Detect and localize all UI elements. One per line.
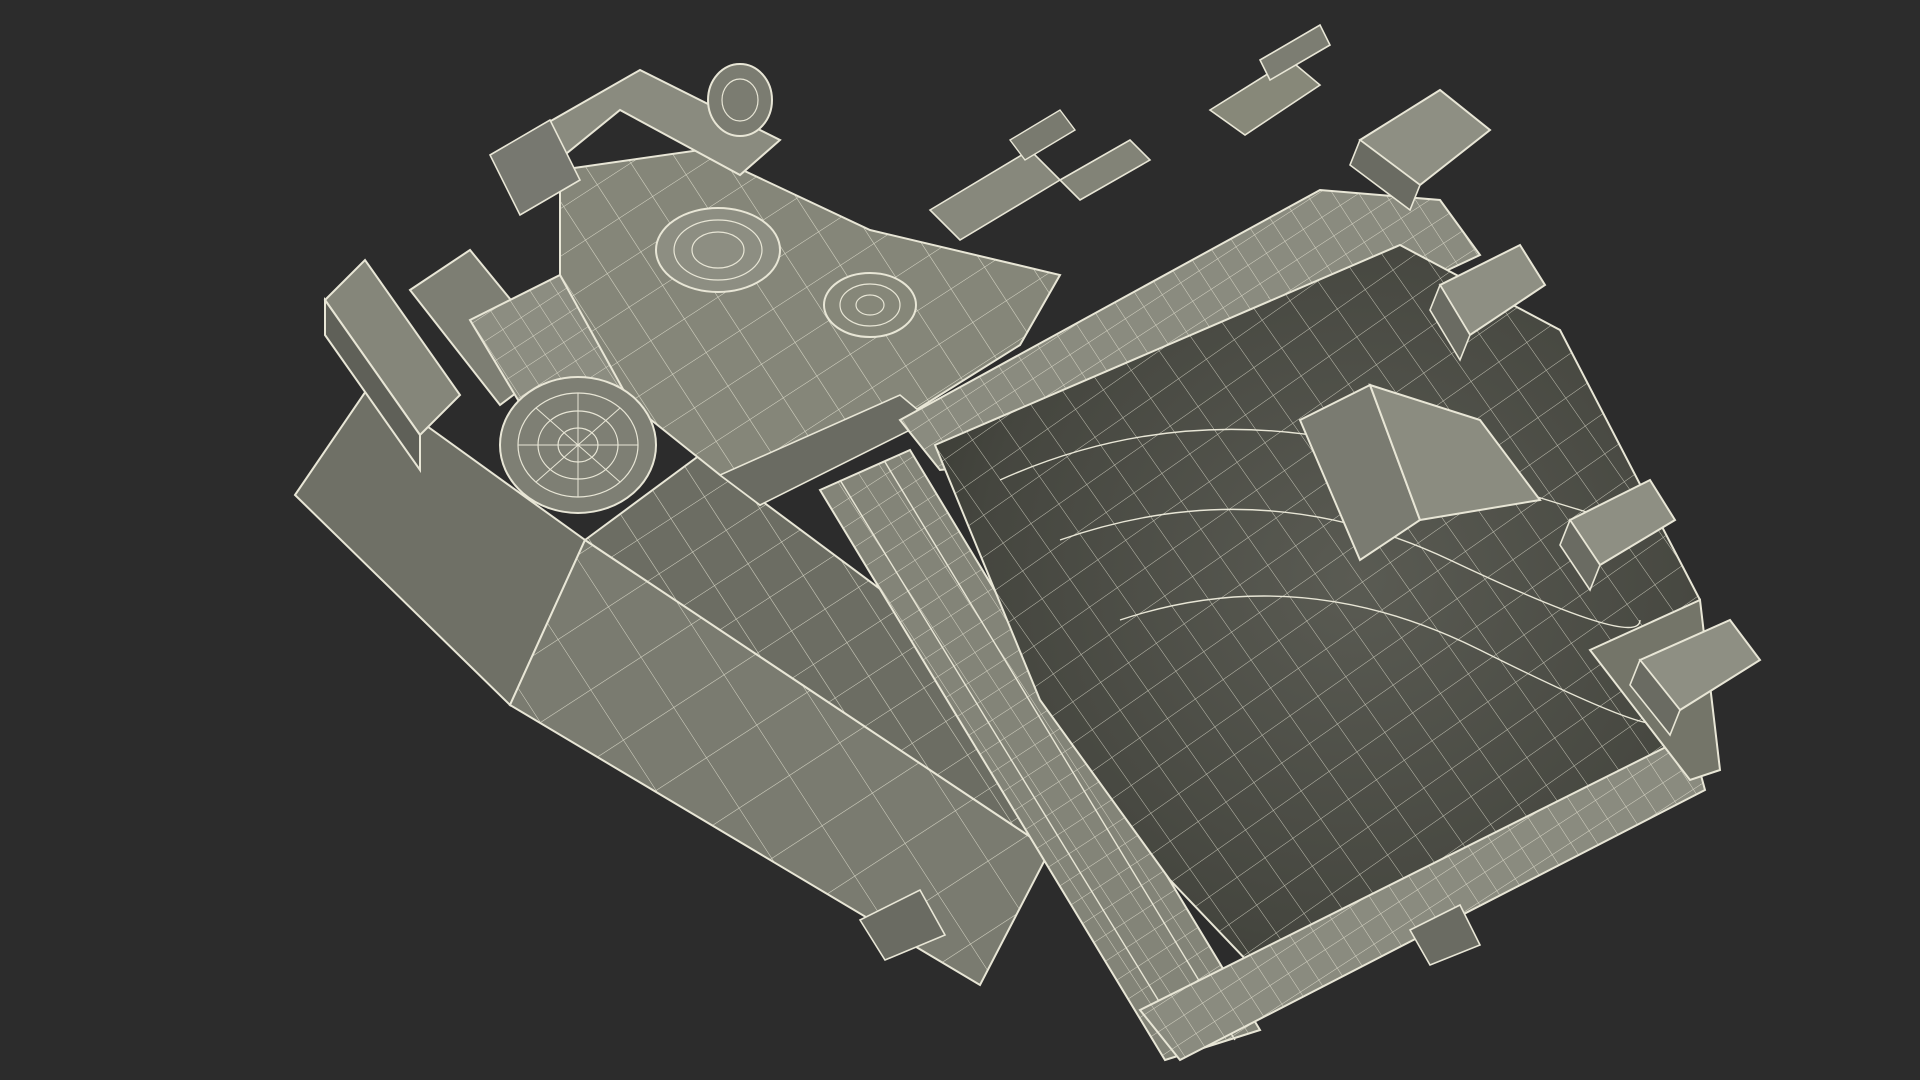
wireframe-bucket-render <box>293 23 1762 1062</box>
render-viewport <box>0 0 1920 1080</box>
top-fittings <box>928 23 1332 242</box>
tooth-1 <box>1349 88 1492 212</box>
